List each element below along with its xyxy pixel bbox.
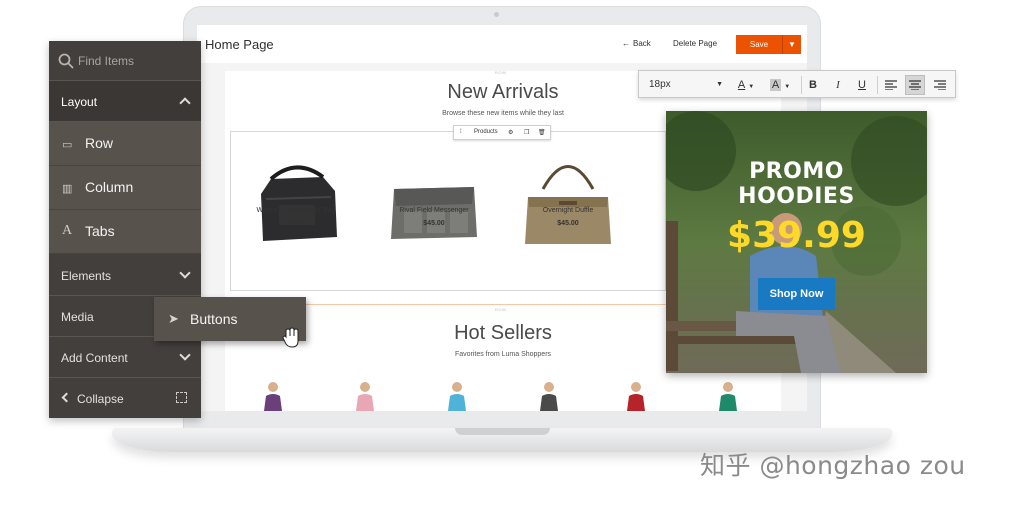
chevron-left-icon [61,392,72,403]
collapse-label: Collapse [77,392,124,406]
font-color-label: A [737,79,746,91]
product-card[interactable]: Overnight Duffle $45.00 [503,149,633,254]
chevron-down-icon: ▼ [716,81,723,88]
font-size-select[interactable]: 18px ▼ [645,76,725,94]
chevron-down-icon: ▼ [784,84,791,90]
align-right-icon [934,80,946,91]
align-right-button[interactable] [930,75,950,95]
layout-label: Layout [61,95,98,109]
chevron-down-icon: ▼ [748,84,755,90]
product-name: Rival Field Messenger [399,207,469,214]
add-content-label: Add Content [61,351,128,365]
product-price: $45.00 [285,220,307,227]
drag-handle-icon[interactable]: ⁞ [460,129,462,135]
sidebar-item-column[interactable]: ▥ Column [49,166,201,210]
tabs-icon: A [62,223,73,238]
save-dropdown-toggle[interactable]: ▼ [782,35,801,54]
align-left-button[interactable] [881,75,901,95]
layout-group-header[interactable]: Layout [49,81,201,122]
toolbar-separator [877,76,878,94]
shop-now-button[interactable]: Shop Now [758,278,835,310]
sidebar-item-tabs[interactable]: A Tabs [49,210,201,254]
dragging-buttons-item[interactable]: ➤ Buttons [154,297,306,348]
products-block-toolbar: ⁞ Products ⚙ ❐ 🗑 [453,125,551,140]
collapse-panel-row[interactable]: Collapse [49,378,201,419]
background-color-button[interactable]: A ▼ [765,75,795,95]
search-placeholder: Find Items [78,54,135,68]
laptop-notch [455,428,550,435]
italic-button[interactable]: I [828,75,848,95]
product-card[interactable]: Wayfarer Messenger Bag $45.00 [231,149,361,254]
model-thumbnail[interactable] [444,380,470,411]
font-color-button[interactable]: A ▼ [731,75,761,95]
chevron-down-icon [179,267,191,279]
font-size-value: 18px [649,79,671,90]
page-builder-panel: Find Items Layout ▭ Row ▥ Column A Tabs … [49,41,201,418]
trash-icon[interactable]: 🗑 [538,129,546,136]
promo-price: $39.99 [727,215,866,256]
bold-button[interactable]: B [803,75,823,95]
duplicate-icon[interactable]: ❐ [524,129,529,136]
underline-button[interactable]: U [852,75,872,95]
product-card[interactable]: Rival Field Messenger $45.00 [369,149,499,254]
promo-title-line1: PROMO [749,159,844,184]
page-header: Home Page ← Back Delete Page Save ▼ [197,25,807,63]
align-center-icon [909,80,921,91]
model-thumbnail[interactable] [536,380,562,411]
row-tag: ROW [495,307,507,312]
promo-banner[interactable]: PROMO HOODIES $39.99 Shop Now [666,111,927,373]
text-format-toolbar: 18px ▼ A ▼ A ▼ B I U [638,70,956,98]
model-thumbnail[interactable] [260,380,286,411]
add-content-group-header[interactable]: Add Content [49,337,201,378]
row-tag: ROW [495,70,507,75]
settings-gear-icon[interactable]: ⚙ [508,129,513,136]
align-center-button[interactable] [905,75,925,95]
sidebar-item-row[interactable]: ▭ Row [49,122,201,166]
model-thumbnail[interactable] [352,380,378,411]
column-icon: ▥ [62,183,73,195]
fullscreen-icon[interactable] [176,392,187,403]
field-messenger-image [391,187,477,239]
grab-hand-cursor-icon [282,327,299,348]
sidebar-item-label: Row [85,135,114,151]
product-name: Wayfarer Messenger Bag [256,207,336,214]
row-icon: ▭ [62,139,73,151]
save-button[interactable]: Save [736,35,782,54]
product-price: $45.00 [423,220,445,227]
back-label: Back [633,39,651,48]
promo-title-line2: HOODIES [738,184,855,209]
sidebar-item-label: Tabs [85,223,115,239]
elements-label: Elements [61,269,112,283]
media-label: Media [61,310,94,324]
stage: Home Page ← Back Delete Page Save ▼ ROW N… [0,0,1024,509]
model-thumbnail[interactable] [715,380,741,411]
chevron-down-icon [179,349,191,361]
chevron-up-icon [179,97,191,109]
find-items-search[interactable]: Find Items [49,41,201,81]
camera-dot [494,12,499,17]
delete-page-link[interactable]: Delete Page [673,39,717,48]
drag-item-label: Buttons [190,311,238,327]
duffle-bag-image [525,165,611,244]
sidebar-item-label: Column [85,179,134,195]
back-link[interactable]: ← Back [622,39,651,48]
pointer-icon: ➤ [168,311,179,326]
search-icon [58,53,74,69]
align-left-icon [885,80,897,91]
promo-title: PROMO HOODIES [666,159,927,209]
back-arrow-icon: ← [622,39,630,48]
messenger-bag-image [261,165,337,241]
product-name: Overnight Duffle [542,207,594,214]
watermark: 知乎 @hongzhao zou [700,451,966,480]
model-thumbnail[interactable] [623,380,649,411]
page-title: Home Page [205,37,274,52]
products-toolbar-label: Products [474,129,498,135]
elements-group-header[interactable]: Elements [49,255,201,296]
toolbar-separator [801,76,802,94]
product-price: $45.00 [557,220,579,227]
background-color-label: A [769,79,782,91]
